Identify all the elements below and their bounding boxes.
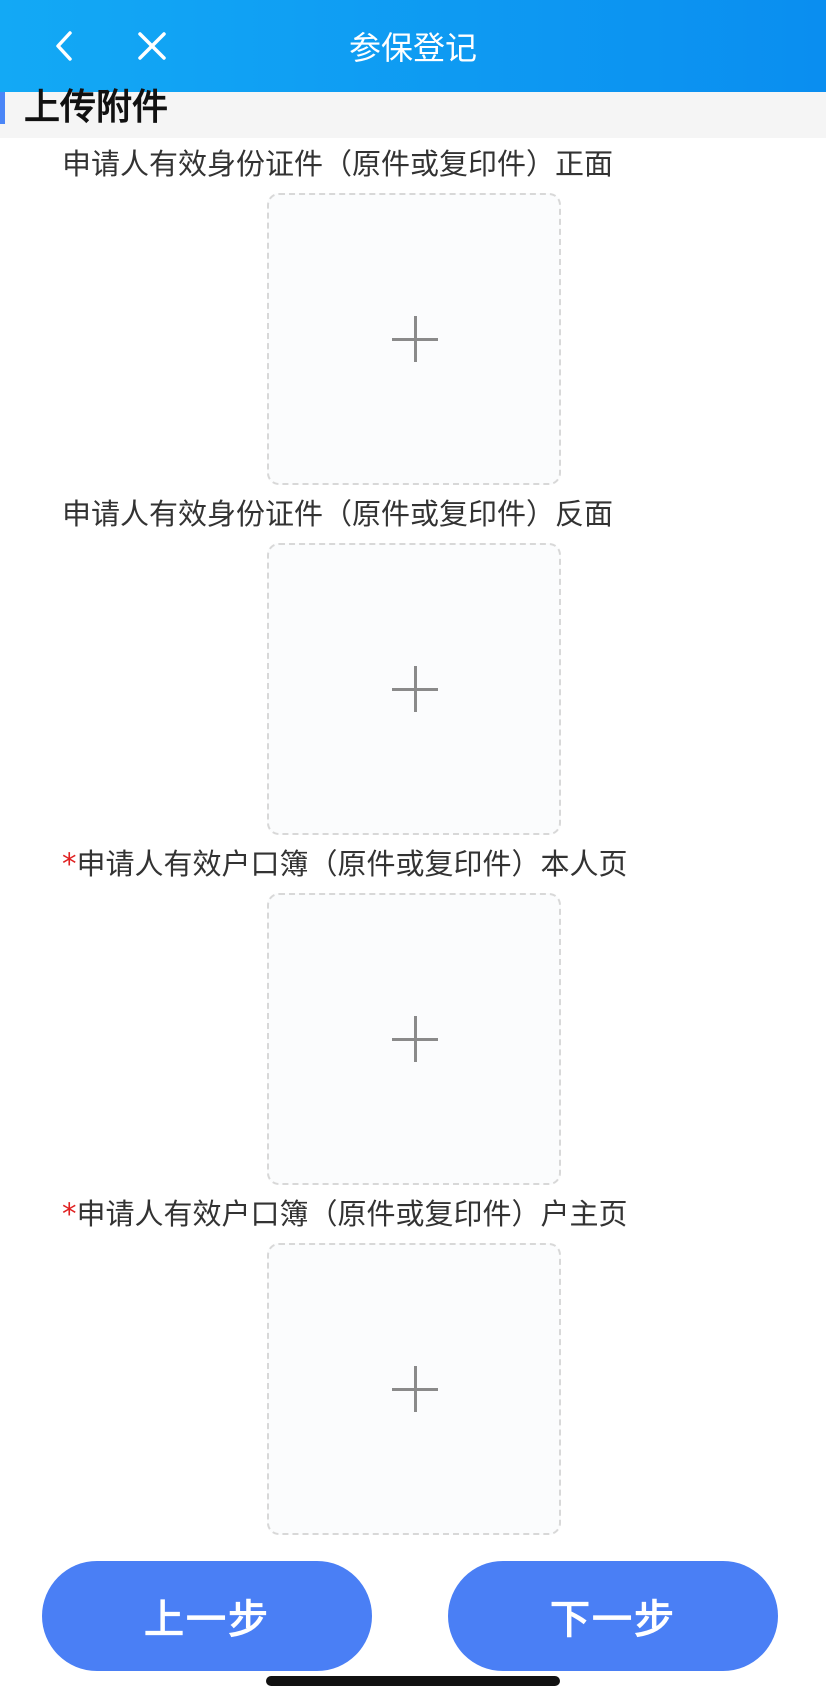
prev-step-button[interactable]: 上一步 xyxy=(42,1561,372,1671)
top-bar: 参保登记 xyxy=(0,0,826,92)
plus-icon xyxy=(392,1016,438,1062)
upload-box-household-head[interactable] xyxy=(267,1243,561,1535)
required-mark: * xyxy=(62,847,77,881)
plus-icon xyxy=(392,316,438,362)
upload-label-household-head: *申请人有效户口簿（原件或复印件）户主页 xyxy=(62,1194,628,1234)
upload-label-text: 申请人有效身份证件（原件或复印件）正面 xyxy=(62,147,614,181)
section-title: 上传附件 xyxy=(24,87,169,128)
plus-icon xyxy=(392,666,438,712)
upload-box-id-back[interactable] xyxy=(267,543,561,835)
upload-label-id-front: 申请人有效身份证件（原件或复印件）正面 xyxy=(62,144,613,184)
section-header: 上传附件 xyxy=(0,87,826,138)
upload-label-id-back: 申请人有效身份证件（原件或复印件）反面 xyxy=(62,494,613,534)
page-title: 参保登记 xyxy=(348,29,477,67)
upload-box-id-front[interactable] xyxy=(267,193,561,485)
upload-label-text: 申请人有效身份证件（原件或复印件）反面 xyxy=(62,497,614,531)
next-step-button[interactable]: 下一步 xyxy=(448,1561,778,1671)
upload-label-household-self: *申请人有效户口簿（原件或复印件）本人页 xyxy=(62,844,628,884)
home-indicator xyxy=(266,1676,560,1686)
upload-label-text: 申请人有效户口簿（原件或复印件）户主页 xyxy=(76,1197,628,1231)
upload-label-text: 申请人有效户口簿（原件或复印件）本人页 xyxy=(76,847,628,881)
required-mark: * xyxy=(62,1197,77,1231)
plus-icon xyxy=(392,1366,438,1412)
upload-box-household-self[interactable] xyxy=(267,893,561,1185)
section-accent-bar xyxy=(0,92,5,124)
